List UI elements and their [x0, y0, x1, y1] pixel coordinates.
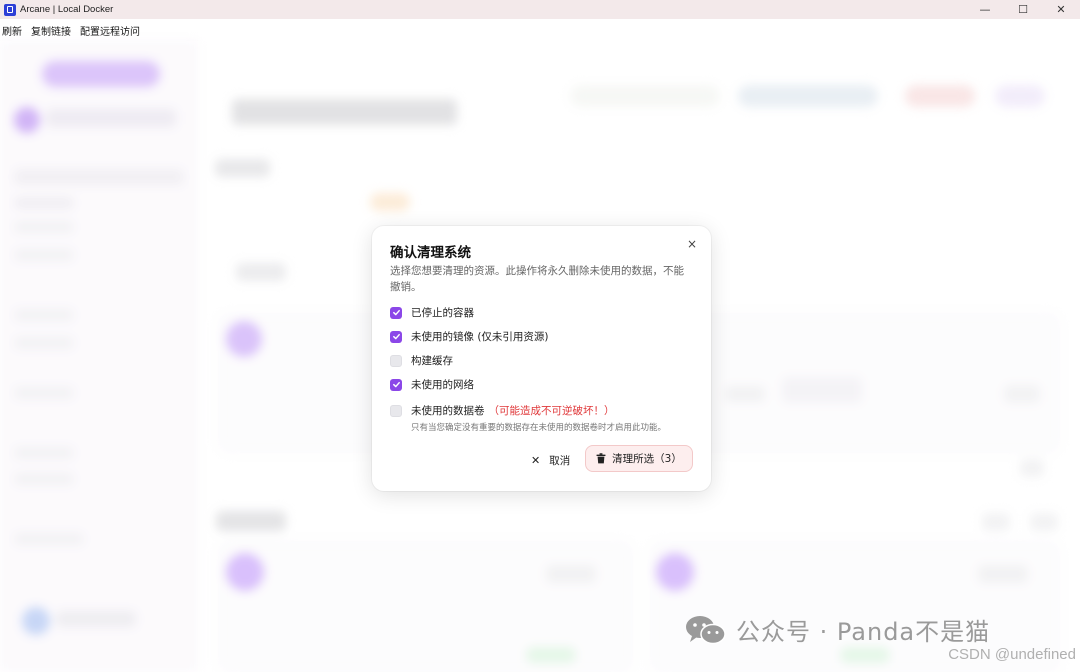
wechat-watermark-text: 公众号 · Panda不是猫 [736, 618, 991, 646]
option-build-cache[interactable]: 构建缓存 [390, 353, 453, 368]
checkbox-unused-volumes[interactable] [390, 404, 402, 417]
check-icon [392, 309, 400, 316]
option-label: 构建缓存 [411, 355, 453, 367]
volume-hint: 只有当您确定没有重要的数据存在未使用的数据卷时才启用此功能。 [411, 423, 667, 433]
wechat-watermark: 公众号 · Panda不是猫 [684, 612, 990, 647]
option-unused-images[interactable]: 未使用的镜像 (仅未引用资源) [390, 329, 549, 344]
prune-selected-label: 清理所选（3） [612, 453, 682, 465]
maximize-button[interactable]: ☐ [1004, 0, 1042, 19]
volume-warning: （可能造成不可逆破坏！） [488, 405, 615, 417]
dialog-close-button[interactable]: × [687, 237, 697, 251]
check-icon [392, 381, 400, 388]
window-title: Arcane | Local Docker [20, 4, 114, 15]
menu-remote-access[interactable]: 配置远程访问 [80, 23, 140, 38]
option-label: 未使用的网络 [411, 379, 474, 391]
menu-copy-link[interactable]: 复制链接 [31, 23, 71, 38]
title-bar: Arcane | Local Docker — ☐ ✕ [0, 0, 1080, 19]
menu-bar: 刷新 复制链接 配置远程访问 [0, 19, 1080, 41]
option-label: 未使用的数据卷 [411, 405, 485, 417]
confirm-prune-dialog: × 确认清理系统 选择您想要清理的资源。此操作将永久删除未使用的数据，不能撤销。… [372, 226, 711, 491]
trash-icon [596, 453, 606, 464]
check-icon [392, 333, 400, 340]
cancel-label: 取消 [549, 454, 571, 467]
menu-refresh[interactable]: 刷新 [2, 23, 22, 38]
x-icon: ✕ [531, 453, 541, 467]
close-window-button[interactable]: ✕ [1042, 0, 1080, 19]
minimize-button[interactable]: — [966, 0, 1004, 19]
dialog-title: 确认清理系统 [390, 245, 471, 261]
checkbox-stopped-containers[interactable] [390, 306, 402, 319]
option-stopped-containers[interactable]: 已停止的容器 [390, 305, 474, 320]
option-unused-volumes[interactable]: 未使用的数据卷 （可能造成不可逆破坏！） [390, 403, 615, 418]
checkbox-unused-images[interactable] [390, 330, 402, 343]
dialog-description: 选择您想要清理的资源。此操作将永久删除未使用的数据，不能撤销。 [390, 265, 684, 293]
checkbox-build-cache[interactable] [390, 354, 402, 367]
prune-selected-button[interactable]: 清理所选（3） [585, 445, 693, 472]
cancel-button[interactable]: ✕ 取消 [531, 449, 570, 471]
window-controls: — ☐ ✕ [966, 0, 1080, 19]
option-label: 未使用的镜像 (仅未引用资源) [411, 331, 549, 343]
option-label: 已停止的容器 [411, 307, 474, 319]
app-icon [4, 3, 16, 16]
csdn-watermark: CSDN @undefined [948, 646, 1076, 663]
checkbox-unused-networks[interactable] [390, 378, 402, 391]
option-unused-networks[interactable]: 未使用的网络 [390, 377, 474, 392]
wechat-logo-icon [686, 615, 726, 644]
